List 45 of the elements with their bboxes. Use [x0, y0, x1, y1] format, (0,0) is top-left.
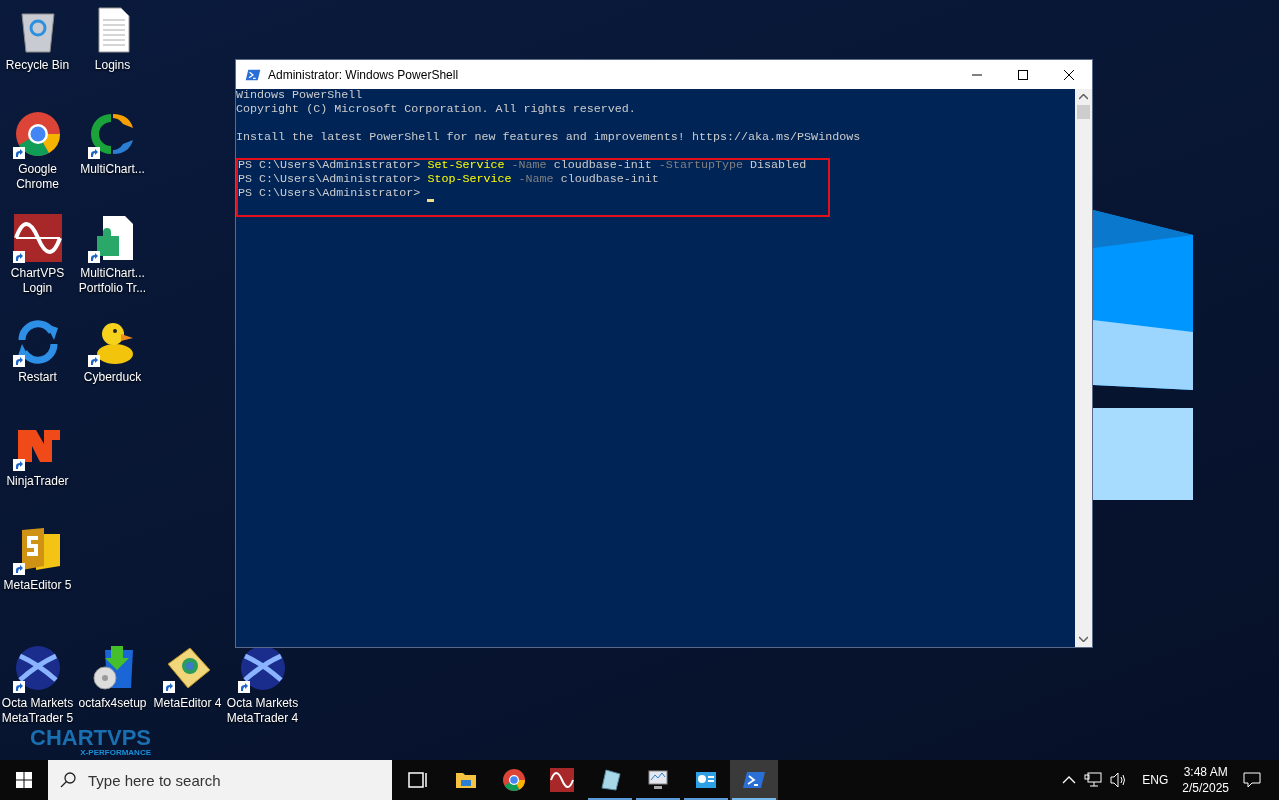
scroll-thumb[interactable]: [1077, 105, 1090, 119]
icon-label[interactable]: MultiChart...: [75, 162, 150, 177]
icon-label[interactable]: NinjaTrader: [0, 474, 75, 489]
chrome-icon[interactable]: [13, 110, 62, 158]
maximize-icon: [1018, 69, 1028, 80]
icon-label[interactable]: Logins: [75, 58, 150, 73]
console-line: Windows PowerShell: [236, 87, 363, 104]
search-field[interactable]: Type here to search: [48, 760, 392, 800]
clock-date[interactable]: 2/5/2025: [1182, 780, 1229, 796]
clock-time[interactable]: 3:48 AM: [1183, 764, 1228, 780]
icon-label[interactable]: MetaEditor 4: [150, 696, 225, 711]
console-line: Install the latest PowerShell for new features and improvements! https://aka.ms/PSWindows: [236, 129, 861, 147]
icon-label[interactable]: Google Chrome: [0, 162, 75, 192]
icon-label[interactable]: Recycle Bin: [0, 58, 75, 73]
icon-label[interactable]: Cyberduck: [75, 370, 150, 385]
network-icon[interactable]: [1084, 772, 1103, 788]
icon-label[interactable]: MultiChart... Portfolio Tr...: [75, 266, 150, 296]
sine-wave-icon: [550, 768, 574, 792]
scrollbar[interactable]: [1075, 89, 1092, 647]
sine-wave-icon[interactable]: [13, 214, 62, 262]
icon-label[interactable]: MetaEditor 5: [0, 578, 75, 593]
icon-label[interactable]: ChartVPS Login: [0, 266, 75, 296]
icon-label[interactable]: Octa Markets MetaTrader 5: [0, 696, 75, 726]
language-indicator[interactable]: ENG: [1142, 771, 1169, 789]
search-icon: [60, 772, 76, 788]
wallpaper-logo-text: CHARTVPS: [30, 728, 151, 748]
scroll-down-icon[interactable]: [1079, 636, 1088, 642]
wallpaper-tagline: X-PERFORMANCE: [80, 748, 151, 758]
message-icon: [1243, 772, 1261, 788]
icon-label[interactable]: Octa Markets MetaTrader 4: [225, 696, 300, 726]
globe-x-icon[interactable]: [13, 644, 62, 692]
chevron-up-icon[interactable]: [1062, 776, 1077, 784]
icon-label[interactable]: Restart: [0, 370, 75, 385]
console-line: PS C:\Users\Administrator>: [238, 185, 421, 203]
close-icon: [1064, 69, 1074, 80]
console-line: PS C:\Users\Administrator> Set-Service -Name cloudbase-init -StartupType Disabled: [238, 157, 807, 174]
chrome-icon: [502, 768, 526, 792]
console-line: Copyright (C) Microsoft Corporation. All rights reserved.: [236, 101, 636, 119]
console-line: PS C:\Users\Administrator> Stop-Service -Name cloudbase-init: [238, 171, 659, 188]
window-title: Administrator: Windows PowerShell: [268, 66, 460, 84]
glass-pane-icon: [598, 768, 622, 792]
monitor-chart-icon: [646, 768, 670, 792]
scroll-up-icon[interactable]: [1079, 94, 1088, 100]
windows-logo-icon: [16, 772, 32, 788]
icon-label[interactable]: octafx4setup: [75, 696, 150, 711]
